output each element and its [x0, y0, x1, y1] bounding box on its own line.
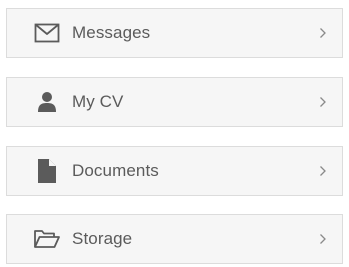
chevron-right-icon: [318, 95, 328, 109]
folder-open-icon: [33, 227, 61, 251]
chevron-right-icon: [318, 26, 328, 40]
menu-item-my-cv[interactable]: My CV: [6, 77, 343, 127]
menu-item-label: My CV: [72, 92, 124, 111]
user-icon: [33, 90, 61, 114]
menu-item-label: Storage: [72, 229, 133, 248]
chevron-right-icon: [318, 164, 328, 178]
menu-list: Messages My CV Documents Storage: [0, 0, 349, 267]
menu-item-storage[interactable]: Storage: [6, 214, 343, 264]
menu-item-label: Documents: [72, 161, 159, 180]
document-icon: [33, 159, 61, 183]
menu-item-messages[interactable]: Messages: [6, 8, 343, 58]
chevron-right-icon: [318, 232, 328, 246]
menu-item-documents[interactable]: Documents: [6, 146, 343, 196]
menu-item-label: Messages: [72, 23, 151, 42]
envelope-icon: [33, 21, 61, 45]
